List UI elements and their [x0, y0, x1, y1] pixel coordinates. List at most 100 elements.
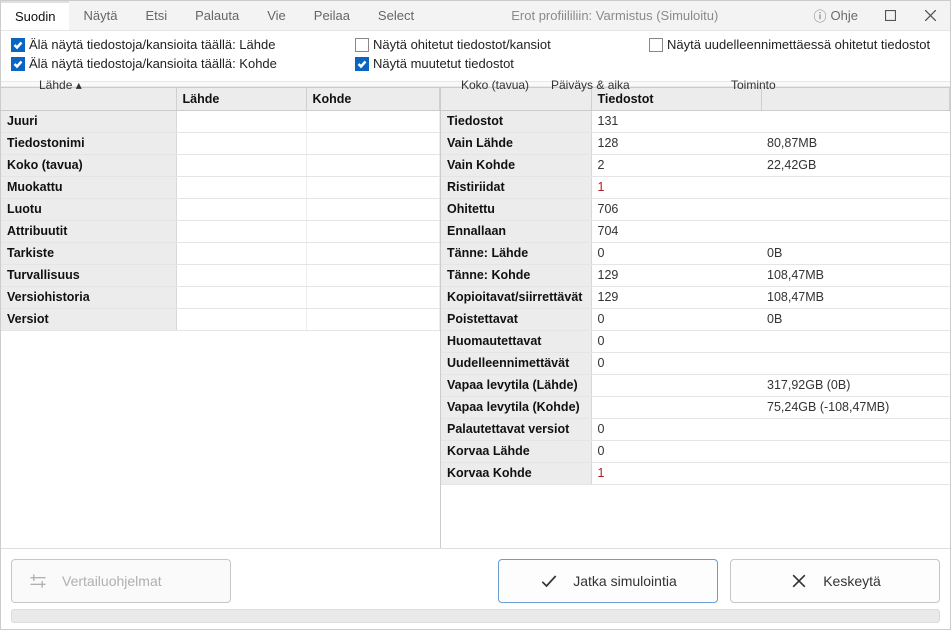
row-label: Tarkiste: [1, 242, 176, 264]
table-row[interactable]: Attribuutit: [1, 220, 440, 242]
checkbox-label: Näytä muutetut tiedostot: [373, 56, 514, 71]
row-label: Palautettavat versiot: [441, 418, 591, 440]
checkbox-label: Älä näytä tiedostoja/kansioita täällä: K…: [29, 56, 277, 71]
close-icon: [925, 10, 936, 21]
row-label: Huomautettavat: [441, 330, 591, 352]
row-count: 128: [591, 132, 761, 154]
continue-simulation-button[interactable]: Jatka simulointia: [498, 559, 718, 603]
menu-etsi[interactable]: Etsi: [131, 1, 181, 30]
table-row[interactable]: Versiohistoria: [1, 286, 440, 308]
filter-panel: Älä näytä tiedostoja/kansioita täällä: L…: [1, 31, 950, 81]
menu-peilaa[interactable]: Peilaa: [300, 1, 364, 30]
checkbox-label: Näytä uudelleennimettäessä ohitetut tied…: [667, 37, 930, 52]
row-size: [761, 176, 950, 198]
table-row[interactable]: Vapaa levytila (Lähde)317,92GB (0B): [441, 374, 950, 396]
window-close-button[interactable]: [910, 1, 950, 30]
table-row[interactable]: Tänne: Kohde129108,47MB: [441, 264, 950, 286]
row-count: 0: [591, 242, 761, 264]
col-blank[interactable]: [1, 88, 176, 110]
window-maximize-button[interactable]: [870, 1, 910, 30]
row-size: 317,92GB (0B): [761, 374, 950, 396]
row-label: Muokattu: [1, 176, 176, 198]
checkbox-icon: [11, 38, 25, 52]
row-size: [761, 330, 950, 352]
table-row[interactable]: Tänne: Lähde00B: [441, 242, 950, 264]
row-count: 1: [591, 462, 761, 484]
row-count: 0: [591, 440, 761, 462]
col-extra[interactable]: [761, 88, 950, 110]
col-lahde[interactable]: Lähde: [176, 88, 306, 110]
cancel-button[interactable]: Keskeytä: [730, 559, 940, 603]
table-row[interactable]: Ristiriidat1: [441, 176, 950, 198]
row-target: [306, 110, 440, 132]
table-row[interactable]: Uudelleennimettävät0: [441, 352, 950, 374]
menu-select[interactable]: Select: [364, 1, 428, 30]
table-row[interactable]: Muokattu: [1, 176, 440, 198]
compare-label: Vertailuohjelmat: [62, 573, 162, 589]
summary-pane: Tiedostot Tiedostot131Vain Lähde12880,87…: [441, 88, 950, 548]
checkbox-show-rename-skipped[interactable]: Näytä uudelleennimettäessä ohitetut tied…: [649, 37, 949, 52]
row-label: Tiedostot: [441, 110, 591, 132]
checkbox-show-changed[interactable]: Näytä muutetut tiedostot: [355, 56, 645, 71]
row-size: [761, 110, 950, 132]
table-row[interactable]: Vain Lähde12880,87MB: [441, 132, 950, 154]
table-row[interactable]: Korvaa Lähde0: [441, 440, 950, 462]
row-size: [761, 418, 950, 440]
row-size: [761, 220, 950, 242]
table-row[interactable]: Koko (tavua): [1, 154, 440, 176]
row-target: [306, 132, 440, 154]
file-details-table: Lähde Kohde JuuriTiedostonimiKoko (tavua…: [1, 88, 440, 331]
checkbox-hide-source[interactable]: Älä näytä tiedostoja/kansioita täällä: L…: [11, 37, 351, 52]
menu-palauta[interactable]: Palauta: [181, 1, 253, 30]
file-details-pane: Lähde Kohde JuuriTiedostonimiKoko (tavua…: [1, 88, 441, 548]
table-row[interactable]: Vain Kohde222,42GB: [441, 154, 950, 176]
row-count: [591, 374, 761, 396]
row-count: 129: [591, 264, 761, 286]
row-target: [306, 220, 440, 242]
table-row[interactable]: Ennallaan704: [441, 220, 950, 242]
row-count: 2: [591, 154, 761, 176]
table-row[interactable]: Luotu: [1, 198, 440, 220]
menu-nayta[interactable]: Näytä: [69, 1, 131, 30]
row-target: [306, 198, 440, 220]
table-row[interactable]: Turvallisuus: [1, 264, 440, 286]
table-row[interactable]: Versiot: [1, 308, 440, 330]
table-row[interactable]: Ohitettu706: [441, 198, 950, 220]
table-row[interactable]: Kopioitavat/siirrettävät129108,47MB: [441, 286, 950, 308]
row-count: 131: [591, 110, 761, 132]
col-kohde[interactable]: Kohde: [306, 88, 440, 110]
table-row[interactable]: Poistettavat00B: [441, 308, 950, 330]
table-row[interactable]: Tarkiste: [1, 242, 440, 264]
compare-icon: [28, 571, 48, 591]
details-split: Lähde Kohde JuuriTiedostonimiKoko (tavua…: [1, 87, 950, 548]
row-label: Turvallisuus: [1, 264, 176, 286]
col-action: Toiminto: [731, 78, 776, 92]
check-icon: [539, 571, 559, 591]
menu-suodin[interactable]: Suodin: [1, 1, 69, 30]
row-count: [591, 396, 761, 418]
table-row[interactable]: Tiedostot131: [441, 110, 950, 132]
checkbox-label: Älä näytä tiedostoja/kansioita täällä: L…: [29, 37, 275, 52]
horizontal-scrollbar[interactable]: [11, 609, 940, 623]
row-size: [761, 440, 950, 462]
row-source: [176, 198, 306, 220]
table-row[interactable]: Juuri: [1, 110, 440, 132]
table-row[interactable]: Huomautettavat0: [441, 330, 950, 352]
menu-vie[interactable]: Vie: [253, 1, 300, 30]
table-row[interactable]: Palautettavat versiot0: [441, 418, 950, 440]
row-label: Vain Lähde: [441, 132, 591, 154]
row-size: 0B: [761, 242, 950, 264]
row-source: [176, 286, 306, 308]
table-row[interactable]: Tiedostonimi: [1, 132, 440, 154]
row-source: [176, 242, 306, 264]
help-button[interactable]: ⓘ Ohje: [802, 1, 870, 30]
table-row[interactable]: Vapaa levytila (Kohde)75,24GB (-108,47MB…: [441, 396, 950, 418]
compare-tools-button[interactable]: Vertailuohjelmat: [11, 559, 231, 603]
row-label: Versiot: [1, 308, 176, 330]
table-row[interactable]: Korvaa Kohde1: [441, 462, 950, 484]
upper-columns: Lähde ▴ Koko (tavua) Päiväys & aika Toim…: [1, 81, 950, 87]
maximize-icon: [885, 10, 896, 21]
checkbox-show-skipped[interactable]: Näytä ohitetut tiedostot/kansiot: [355, 37, 645, 52]
checkbox-hide-target[interactable]: Älä näytä tiedostoja/kansioita täällä: K…: [11, 56, 351, 71]
row-source: [176, 110, 306, 132]
